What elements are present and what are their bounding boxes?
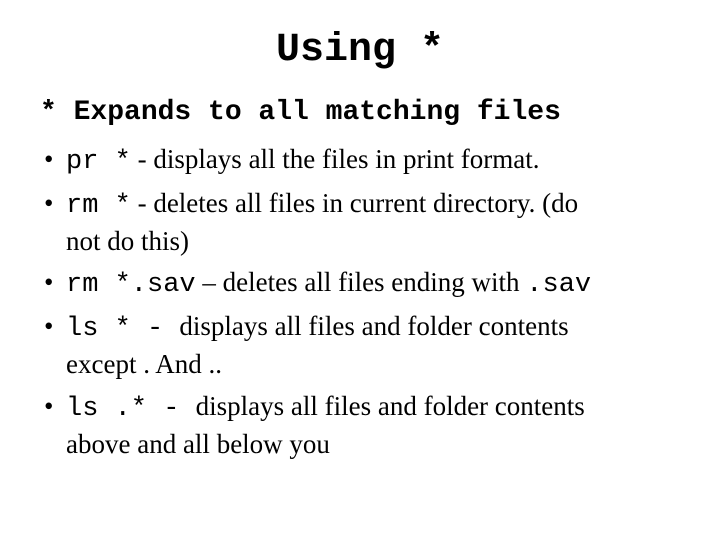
separator: -: [147, 394, 196, 424]
slide-title: Using *: [40, 28, 680, 73]
description-continuation: not do this): [66, 224, 680, 259]
list-item: ls * - displays all files and folder con…: [40, 309, 680, 382]
description-text: displays all files and folder contents: [179, 311, 568, 341]
command-text: rm *.sav: [66, 270, 196, 300]
command-text: .sav: [526, 270, 591, 300]
slide-subheading: * Expands to all matching files: [40, 97, 680, 128]
list-item: rm *.sav – deletes all files ending with…: [40, 265, 680, 303]
bullet-list: pr * - displays all the files in print f…: [40, 142, 680, 462]
command-text: pr *: [66, 147, 131, 177]
list-item: ls .* - displays all files and folder co…: [40, 389, 680, 462]
description-text: displays all the files in print format.: [153, 144, 539, 174]
description-text: deletes all files ending with: [223, 267, 527, 297]
separator: –: [196, 267, 223, 297]
list-item: rm * - deletes all files in current dire…: [40, 186, 680, 259]
description-continuation: except . And ..: [66, 347, 680, 382]
separator: -: [131, 314, 180, 344]
separator: -: [131, 144, 154, 174]
command-text: ls *: [66, 314, 131, 344]
command-text: ls .*: [66, 394, 147, 424]
separator: -: [131, 188, 154, 218]
description-text: deletes all files in current directory. …: [153, 188, 578, 218]
command-text: rm *: [66, 191, 131, 221]
list-item: pr * - displays all the files in print f…: [40, 142, 680, 180]
description-text: displays all files and folder contents: [196, 391, 585, 421]
description-continuation: above and all below you: [66, 427, 680, 462]
slide: Using * * Expands to all matching files …: [0, 0, 720, 540]
